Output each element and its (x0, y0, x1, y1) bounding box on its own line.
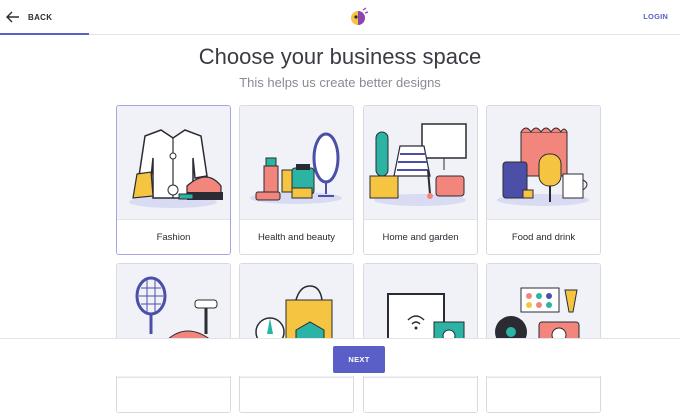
bottom-bar: NEXT (0, 338, 680, 376)
category-label (364, 377, 477, 412)
next-button[interactable]: NEXT (333, 346, 385, 373)
category-label: Fashion (117, 219, 230, 254)
category-label: Food and drink (487, 219, 600, 254)
arrow-left-icon (6, 11, 20, 23)
category-label (117, 377, 230, 412)
category-label (487, 377, 600, 412)
fashion-illustration (117, 106, 230, 219)
category-label: Home and garden (364, 219, 477, 254)
progress-bar (0, 33, 89, 35)
login-link[interactable]: LOGIN (643, 12, 668, 21)
back-button[interactable]: BACK (6, 8, 52, 26)
food-drink-illustration (487, 106, 600, 219)
category-label: Health and beauty (240, 219, 353, 254)
back-label: BACK (28, 12, 53, 22)
brand-logo-icon (348, 7, 370, 27)
page-title: Choose your business space (198, 44, 482, 69)
home-garden-illustration (364, 106, 477, 219)
category-card-food-and-drink[interactable]: Food and drink (486, 105, 601, 255)
page-subtitle: This helps us create better designs (239, 75, 441, 90)
category-card-health-and-beauty[interactable]: Health and beauty (239, 105, 354, 255)
category-label (240, 377, 353, 412)
top-bar: BACK LOGIN (0, 0, 680, 35)
health-beauty-illustration (240, 106, 353, 219)
category-card-fashion[interactable]: Fashion (116, 105, 231, 255)
category-card-home-and-garden[interactable]: Home and garden (363, 105, 478, 255)
